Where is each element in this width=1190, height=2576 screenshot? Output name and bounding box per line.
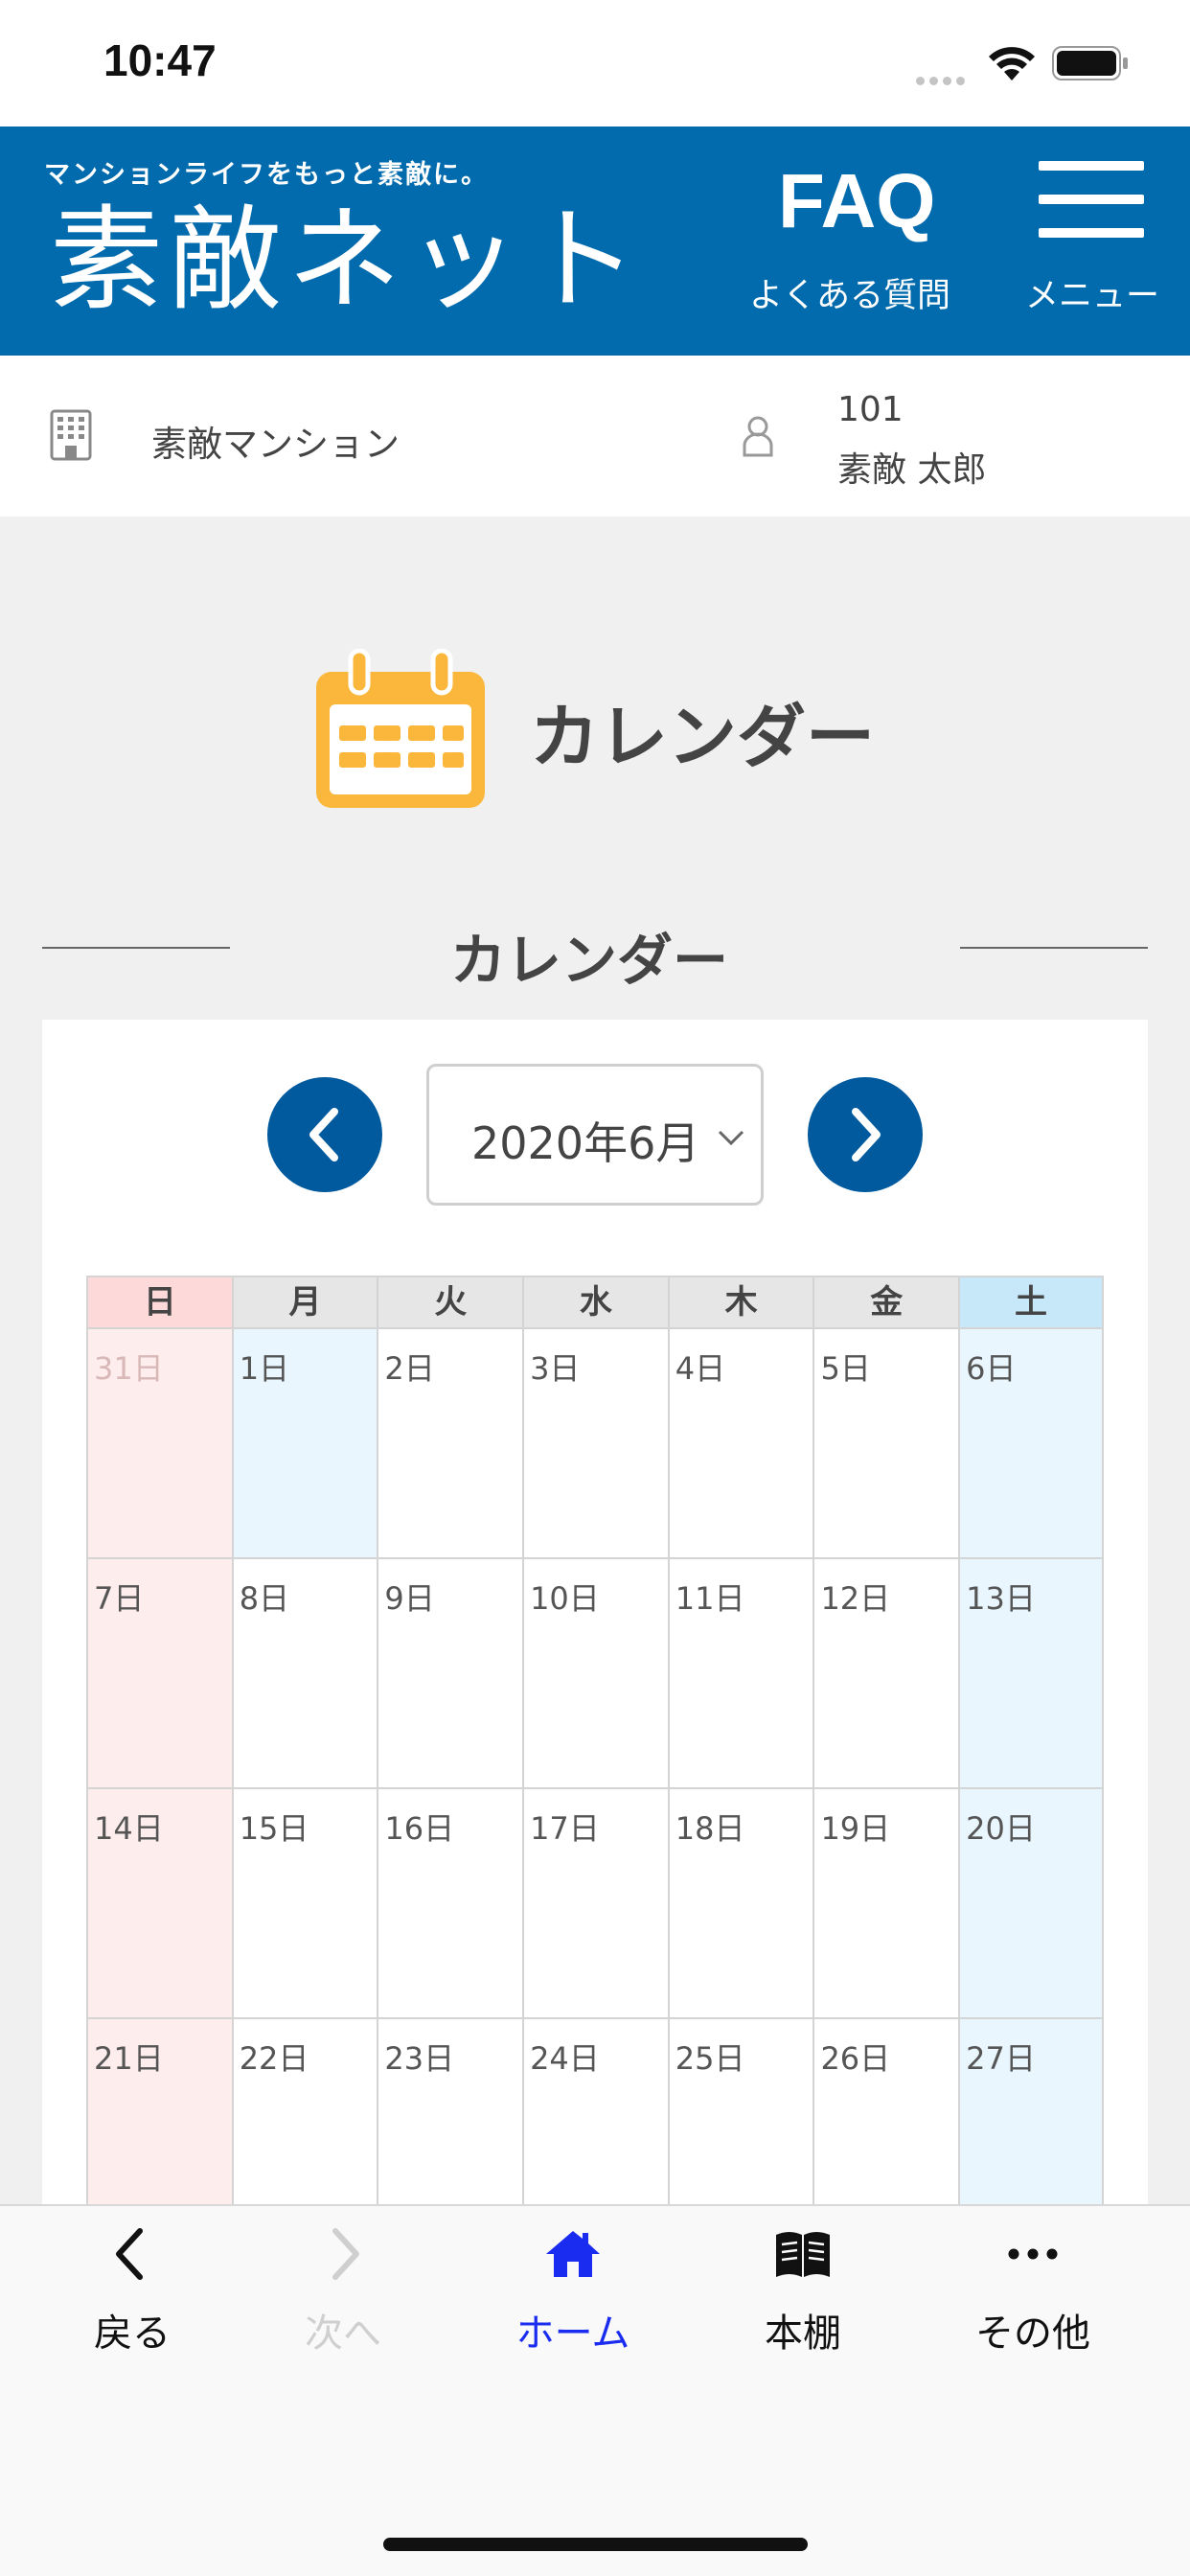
calendar-day[interactable]: 8日 (231, 1559, 378, 1789)
back-label: 戻る (94, 2312, 171, 2356)
home-button[interactable]: ホーム (477, 2206, 669, 2359)
calendar-week: 14日 15日 16日 17日 18日 19日 20日 (86, 1789, 1104, 2019)
status-bar: 10:47 (0, 0, 1190, 126)
weekday-tuesday: 火 (377, 1276, 523, 1329)
hamburger-menu-icon[interactable] (1039, 161, 1144, 238)
home-label: ホーム (515, 2312, 630, 2356)
calendar-day[interactable]: 1日 (231, 1329, 378, 1559)
wifi-icon (989, 47, 1035, 80)
calendar-day[interactable]: 19日 (812, 1789, 959, 2019)
calendar-day[interactable]: 13日 (958, 1559, 1104, 1789)
book-icon (776, 2232, 830, 2277)
forward-button[interactable]: 次へ (247, 2206, 439, 2359)
calendar-day[interactable]: 20日 (958, 1789, 1104, 2019)
menu-label[interactable]: メニュー (1025, 268, 1159, 317)
back-button[interactable]: 戻る (36, 2206, 228, 2359)
faq-label[interactable]: よくある質問 (749, 268, 950, 317)
calendar-day[interactable]: 11日 (667, 1559, 813, 1789)
bottom-toolbar: 戻る 次へ ホーム 本棚 その他 (0, 2204, 1190, 2576)
building-name: 素敵マンション (151, 424, 400, 465)
calendar-day[interactable]: 6日 (958, 1329, 1104, 1559)
cellular-signal-icon (916, 71, 970, 89)
calendar-day[interactable]: 17日 (522, 1789, 668, 2019)
chevron-right-icon (852, 1108, 881, 1162)
calendar-day[interactable]: 9日 (377, 1559, 523, 1789)
status-time: 10:47 (103, 35, 217, 85)
section-divider-left (42, 947, 230, 949)
calendar-icon (316, 649, 485, 808)
room-number: 101 (837, 390, 904, 429)
bookshelf-button[interactable]: 本棚 (707, 2206, 899, 2359)
calendar-day[interactable]: 16日 (377, 1789, 523, 2019)
calendar-day[interactable]: 12日 (812, 1559, 959, 1789)
calendar-grid: 日 月 火 水 木 金 土 31日 1日 2日 3日 4日 5日 6日 7日 8… (86, 1276, 1104, 2249)
resident-name: 素敵 太郎 (837, 450, 987, 490)
weekday-header-row: 日 月 火 水 木 金 土 (86, 1276, 1104, 1329)
weekday-monday: 月 (231, 1276, 378, 1329)
calendar-day[interactable]: 2日 (377, 1329, 523, 1559)
calendar-day[interactable]: 7日 (86, 1559, 232, 1789)
calendar-day[interactable]: 15日 (231, 1789, 378, 2019)
more-button[interactable]: その他 (937, 2206, 1129, 2359)
weekday-saturday: 土 (958, 1276, 1104, 1329)
section-title: カレンダー (450, 928, 729, 993)
more-icon (1008, 2248, 1058, 2260)
home-indicator[interactable] (383, 2538, 808, 2551)
calendar-week: 7日 8日 9日 10日 11日 12日 13日 (86, 1559, 1104, 1789)
forward-label: 次へ (305, 2312, 381, 2356)
next-month-button[interactable] (808, 1077, 923, 1192)
more-label: その他 (975, 2312, 1090, 2356)
weekday-friday: 金 (812, 1276, 959, 1329)
calendar-day[interactable]: 5日 (812, 1329, 959, 1559)
app-header: マンションライフをもっと素敵に。 素敵ネット FAQ よくある質問 メニュー (0, 126, 1190, 356)
home-icon (546, 2231, 600, 2277)
month-select-value: 2020年6月 (471, 1117, 700, 1169)
calendar-day[interactable]: 3日 (522, 1329, 668, 1559)
bookshelf-label: 本棚 (765, 2312, 841, 2356)
chevron-right-icon (332, 2228, 359, 2280)
previous-month-button[interactable] (267, 1077, 382, 1192)
building-icon (50, 409, 92, 461)
section-divider-right (960, 947, 1148, 949)
calendar-week: 31日 1日 2日 3日 4日 5日 6日 (86, 1329, 1104, 1559)
weekday-wednesday: 水 (522, 1276, 668, 1329)
weekday-thursday: 木 (667, 1276, 813, 1329)
battery-icon (1052, 46, 1128, 80)
resident-info-bar: 素敵マンション 101 素敵 太郎 (0, 356, 1190, 517)
calendar-day[interactable]: 18日 (667, 1789, 813, 2019)
brand-logo[interactable]: 素敵ネット (50, 203, 644, 316)
weekday-sunday: 日 (86, 1276, 232, 1329)
calendar-day[interactable]: 4日 (667, 1329, 813, 1559)
chevron-left-icon (116, 2228, 143, 2280)
faq-button[interactable]: FAQ (778, 157, 935, 245)
person-icon (743, 416, 773, 457)
calendar-day[interactable]: 14日 (86, 1789, 232, 2019)
chevron-down-icon (718, 1130, 744, 1146)
chevron-left-icon (309, 1108, 338, 1162)
brand-tagline: マンションライフをもっと素敵に。 (44, 160, 489, 190)
calendar-day[interactable]: 10日 (522, 1559, 668, 1789)
month-select[interactable]: 2020年6月 (426, 1064, 764, 1206)
calendar-day[interactable]: 31日 (86, 1329, 232, 1559)
page-title: カレンダー (530, 697, 876, 777)
